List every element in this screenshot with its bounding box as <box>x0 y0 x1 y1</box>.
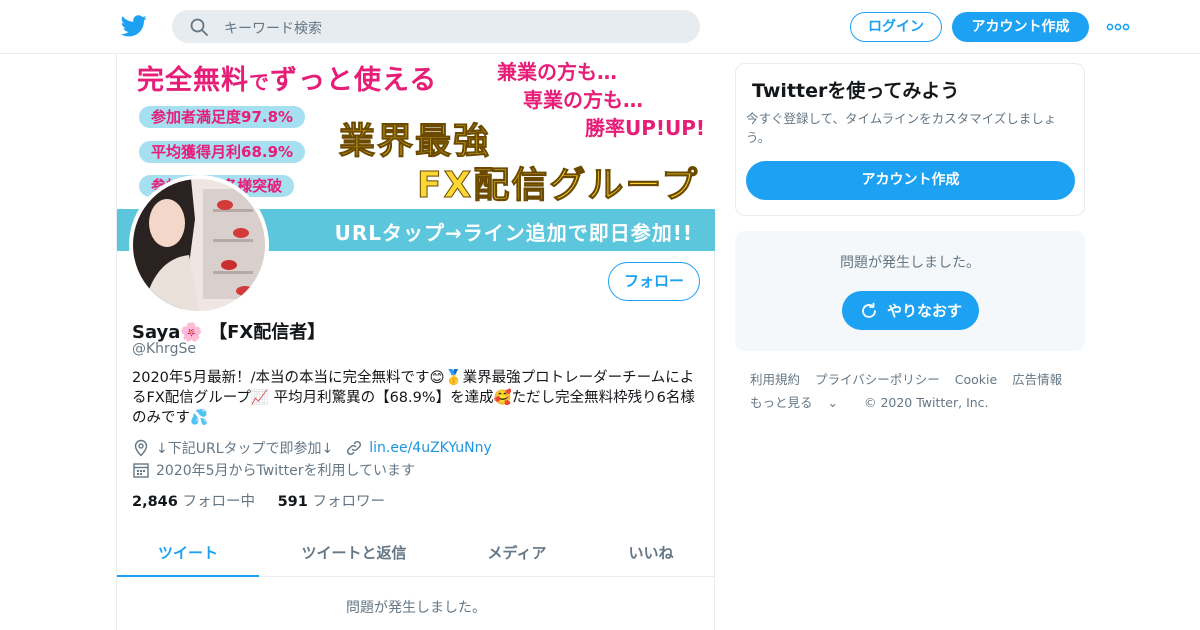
followers-label: フォロワー <box>312 494 385 510</box>
twitter-bird-icon[interactable] <box>121 14 147 38</box>
refresh-icon <box>862 302 876 318</box>
footer-link-privacy[interactable]: プライバシーポリシー <box>815 372 940 387</box>
footer-more-button[interactable]: もっと見る ⌄ <box>750 395 849 410</box>
following-label: フォロー中 <box>182 494 255 510</box>
link-icon <box>347 440 362 456</box>
following-count: 2,846 <box>132 494 178 510</box>
banner-pill-satisfaction: 参加者満足度97.8% <box>139 106 306 128</box>
followers-count: 591 <box>277 494 308 510</box>
footer-more-label: もっと見る <box>750 395 813 410</box>
search-box[interactable]: キーワード検索 <box>172 10 700 43</box>
error-card-message: 問題が発生しました。 <box>840 255 980 271</box>
footer-links: 利用規約 プライバシーポリシー Cookie 広告情報 もっと見る ⌄ © 20… <box>750 368 1080 414</box>
follow-button[interactable]: フォロー <box>608 262 700 301</box>
banner-title-b: で <box>249 70 270 94</box>
banner-title-a: 完全無料 <box>137 65 249 96</box>
following-stat[interactable]: 2,846 フォロー中 <box>132 494 255 510</box>
footer-link-ads[interactable]: 広告情報 <box>1012 372 1062 387</box>
footer-link-terms[interactable]: 利用規約 <box>750 372 800 387</box>
profile-meta-row: ↓下記URLタップで即参加↓ lin.ee/4uZKYuNny <box>132 438 492 458</box>
signup-card-title: Twitterを使ってみよう <box>752 80 960 102</box>
banner-right-line2: 専業の方も… <box>523 88 643 112</box>
followers-stat[interactable]: 591 フォロワー <box>278 494 385 510</box>
error-card: 問題が発生しました。 やりなおす <box>735 231 1085 351</box>
search-icon <box>190 18 208 36</box>
signup-card-text: 今すぐ登録して、タイムラインをカスタマイズしましょう。 <box>746 111 1057 145</box>
tab-tweets[interactable]: ツイート <box>117 533 259 577</box>
banner-right-line1: 兼業の方も… <box>497 60 617 84</box>
profile-joined-row: 2020年5月からTwitterを利用しています <box>132 460 415 480</box>
footer-link-cookie[interactable]: Cookie <box>955 372 997 387</box>
profile-joined-date: 2020年5月からTwitterを利用しています <box>156 463 416 479</box>
profile-location: ↓下記URLタップで即参加↓ <box>156 441 334 457</box>
more-options-icon[interactable] <box>1106 18 1130 36</box>
banner-title: 完全無料でずっと使える <box>137 58 437 97</box>
profile-column: 完全無料でずっと使える 兼業の方も… 専業の方も… 勝率UP!UP! 参加者満足… <box>116 54 715 630</box>
avatar-photo <box>133 179 265 311</box>
top-navigation-bar: キーワード検索 ログイン アカウント作成 <box>0 0 1200 54</box>
banner-right-line3: 勝率UP!UP! <box>585 116 706 140</box>
login-button[interactable]: ログイン <box>850 12 942 42</box>
banner-headline-2: FX配信グループ <box>416 165 700 207</box>
banner-title-c: ずっと使える <box>270 65 438 96</box>
signup-button[interactable]: アカウント作成 <box>952 12 1089 42</box>
signup-card-button[interactable]: アカウント作成 <box>746 161 1075 200</box>
search-placeholder[interactable]: キーワード検索 <box>224 18 322 38</box>
profile-handle[interactable]: @KhrgSe <box>132 341 196 357</box>
tab-likes[interactable]: いいね <box>595 533 707 577</box>
chevron-down-icon: ⌄ <box>827 395 838 410</box>
profile-bio: 2020年5月最新！/本当の本当に完全無料です😊🥇業界最強プロトレーダーチームに… <box>132 370 695 426</box>
profile-url-link[interactable]: lin.ee/4uZKYuNny <box>369 440 492 456</box>
profile-tabs: ツイート ツイートと返信 メディア いいね <box>117 533 715 577</box>
signup-card: Twitterを使ってみよう 今すぐ登録して、タイムラインをカスタマイズしましょ… <box>735 63 1085 216</box>
avatar[interactable] <box>129 175 269 315</box>
location-icon <box>134 439 148 457</box>
profile-stats: 2,846 フォロー中 591 フォロワー <box>132 490 385 511</box>
tab-media[interactable]: メディア <box>457 533 577 577</box>
banner-right-text: 兼業の方も… 専業の方も… 勝率UP!UP! <box>497 58 705 142</box>
tab-tweets-and-replies[interactable]: ツイートと返信 <box>269 533 439 577</box>
banner-stripe-text: URLタップ→ライン追加で即日参加!! <box>334 221 693 245</box>
retry-button[interactable]: やりなおす <box>842 291 979 330</box>
retry-label: やりなおす <box>886 302 962 320</box>
banner-pill-monthly: 平均獲得月利68.9% <box>139 141 306 163</box>
calendar-icon <box>133 463 149 478</box>
timeline-error-message: 問題が発生しました。 <box>346 600 486 616</box>
footer-copyright: © 2020 Twitter, Inc. <box>863 395 989 410</box>
